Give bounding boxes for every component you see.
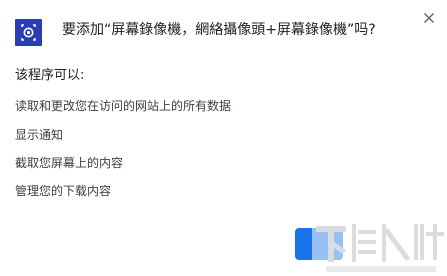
permission-item: 截取您屏幕上的内容 (15, 156, 124, 170)
close-icon[interactable] (421, 10, 437, 26)
permission-item: 显示通知 (15, 128, 64, 142)
permission-item: 管理您的下载内容 (15, 184, 112, 198)
dialog-title: 要添加“屏幕錄像機，網絡攝像頭+屏幕錄像機”吗? (62, 22, 376, 38)
add-extension-dialog: 要添加“屏幕錄像機，網絡攝像頭+屏幕錄像機”吗? 该程序可以: 读取和更改您在访… (0, 0, 447, 276)
permission-item: 读取和更改您在访问的网站上的所有数据 (15, 99, 232, 113)
permissions-heading: 该程序可以: (15, 68, 85, 83)
add-extension-button[interactable] (295, 228, 343, 260)
screen-recorder-app-icon (15, 19, 42, 46)
